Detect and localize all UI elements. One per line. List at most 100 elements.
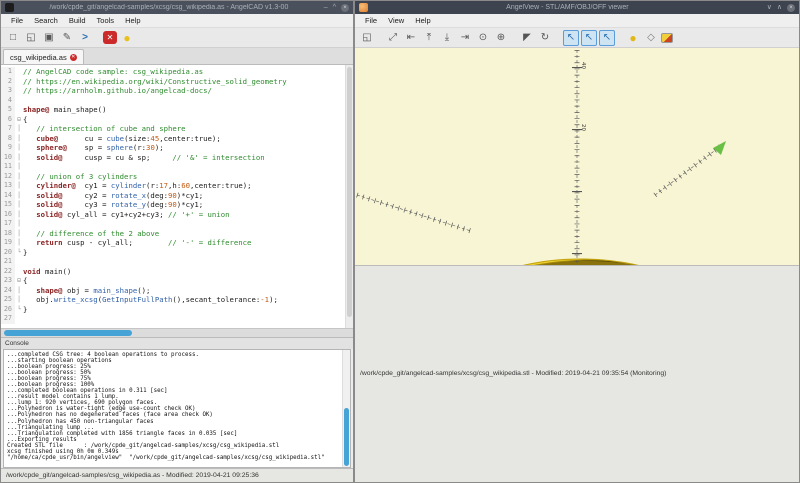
fold-marker[interactable] <box>15 257 23 267</box>
window-title: /work/cpde_git/angelcad-samples/xcsg/csg… <box>18 4 320 11</box>
stop-button[interactable]: ✕ <box>103 31 117 44</box>
csg-model[interactable] <box>380 238 799 265</box>
console-vertical-scrollbar[interactable] <box>342 350 350 467</box>
rotate-view-button[interactable]: ↻ <box>537 30 553 46</box>
close-icon[interactable]: × <box>787 4 795 12</box>
new-file-button[interactable]: □ <box>5 30 21 46</box>
3d-scene[interactable]: 20 40 -20 -40 -60 <box>355 48 799 265</box>
render-edges-button[interactable] <box>661 33 673 43</box>
tab-bar: csg_wikipedia.as ✕ <box>1 48 353 65</box>
tab-csg-wikipedia[interactable]: csg_wikipedia.as ✕ <box>3 49 84 64</box>
status-bar: /work/cpde_git/angelcad-samples/xcsg/csg… <box>355 265 799 483</box>
perspective-button[interactable]: ◤ <box>519 30 535 46</box>
code-line: 22 void main() <box>1 267 345 277</box>
fold-marker[interactable]: └ <box>15 305 23 315</box>
fold-marker[interactable]: │ <box>15 191 23 201</box>
fold-marker[interactable] <box>15 267 23 277</box>
fold-marker[interactable]: │ <box>15 162 23 172</box>
console-output[interactable]: ...completed CSG tree: 4 boolean operati… <box>3 349 351 468</box>
menu-item[interactable]: Build <box>64 15 91 26</box>
render-solid-button[interactable]: ● <box>625 30 641 46</box>
line-number: 14 <box>1 191 15 201</box>
fold-marker[interactable]: │ <box>15 124 23 134</box>
fold-marker[interactable] <box>15 67 23 77</box>
fold-marker[interactable] <box>15 105 23 115</box>
menu-item[interactable]: Search <box>29 15 63 26</box>
fold-marker[interactable] <box>15 77 23 87</box>
fold-marker[interactable] <box>15 86 23 96</box>
fold-marker[interactable]: │ <box>15 181 23 191</box>
code-line: 25 │ obj.write_xcsg(GetInputFullPath(),s… <box>1 295 345 305</box>
fold-marker[interactable] <box>15 96 23 106</box>
code-line: 12 │ // union of 3 cylinders <box>1 172 345 182</box>
close-icon[interactable]: × <box>341 4 349 12</box>
render-wireframe-button[interactable]: ◇ <box>643 30 659 46</box>
menu-item[interactable]: File <box>6 15 28 26</box>
angelview-app-icon <box>359 3 368 12</box>
code-line: 8 │ cube@ cu = cube(size:45,center:true)… <box>1 134 345 144</box>
line-number: 12 <box>1 172 15 182</box>
help-button[interactable]: ● <box>119 30 135 46</box>
save-as-button[interactable]: ✎ <box>59 30 75 46</box>
code-line: 17 │ <box>1 219 345 229</box>
view-left-button[interactable]: ⇤ <box>403 30 419 46</box>
fold-marker[interactable]: └ <box>15 248 23 258</box>
editor-vertical-scrollbar[interactable] <box>345 65 353 328</box>
fold-marker[interactable]: │ <box>15 286 23 296</box>
window-title: AngelView - STL/AMF/OBJ/OFF viewer <box>372 4 763 11</box>
maximize-icon[interactable]: ^ <box>333 4 336 11</box>
line-number: 13 <box>1 181 15 191</box>
3d-viewport[interactable]: 20 40 -20 -40 -60 <box>355 48 799 265</box>
fold-marker[interactable]: ⊟ <box>15 115 23 125</box>
run-build-button[interactable]: > <box>77 30 93 46</box>
editor-horizontal-scrollbar[interactable] <box>1 328 353 337</box>
open-file-button[interactable]: ◱ <box>359 30 375 46</box>
fold-marker[interactable]: │ <box>15 238 23 248</box>
fold-marker[interactable]: │ <box>15 134 23 144</box>
code-line: 18 │ // difference of the 2 above <box>1 229 345 239</box>
mode-rotate-button[interactable]: ↖ <box>563 30 579 46</box>
view-bottom-button[interactable]: ⤓ <box>439 30 455 46</box>
menu-item[interactable]: Tools <box>92 15 120 26</box>
fold-marker[interactable]: │ <box>15 210 23 220</box>
menu-item[interactable]: File <box>360 15 382 26</box>
scrollbar-thumb[interactable] <box>344 408 349 466</box>
fold-marker[interactable]: │ <box>15 153 23 163</box>
mode-zoom-button[interactable]: ↖ <box>599 30 615 46</box>
zoom-fit-button[interactable]: ⤢ <box>385 30 401 46</box>
fold-marker[interactable] <box>15 314 23 324</box>
mode-pan-button[interactable]: ↖ <box>581 30 597 46</box>
line-number: 24 <box>1 286 15 296</box>
open-file-button[interactable]: ◱ <box>23 30 39 46</box>
view-right-button[interactable]: ⇥ <box>457 30 473 46</box>
code-line: 6 ⊟ { <box>1 115 345 125</box>
fold-marker[interactable]: │ <box>15 219 23 229</box>
fold-marker[interactable]: │ <box>15 200 23 210</box>
scrollbar-thumb[interactable] <box>4 330 132 336</box>
minimize-icon[interactable]: – <box>324 4 328 11</box>
menu-item[interactable]: Help <box>410 15 435 26</box>
save-button[interactable]: ▣ <box>41 30 57 46</box>
view-axis-button[interactable]: ⊙ <box>475 30 491 46</box>
z-axis-tick-label: 20 <box>580 124 586 131</box>
view-center-button[interactable]: ⊕ <box>493 30 509 46</box>
line-number: 5 <box>1 105 15 115</box>
titlebar[interactable]: AngelView - STL/AMF/OBJ/OFF viewer ∨ ∧ × <box>355 1 799 14</box>
fold-marker[interactable]: ⊟ <box>15 276 23 286</box>
menu-item[interactable]: Help <box>120 15 145 26</box>
fold-marker[interactable]: │ <box>15 229 23 239</box>
fold-marker[interactable]: │ <box>15 143 23 153</box>
status-text: /work/cpde_git/angelcad-samples/xcsg/csg… <box>360 370 666 377</box>
titlebar[interactable]: /work/cpde_git/angelcad-samples/xcsg/csg… <box>1 1 353 14</box>
maximize-icon[interactable]: ∧ <box>777 4 782 11</box>
code-area[interactable]: 1 // AngelCAD code sample: csg_wikipedia… <box>1 65 345 328</box>
angelcad-editor-window: /work/cpde_git/angelcad-samples/xcsg/csg… <box>0 0 354 483</box>
menu-item[interactable]: View <box>383 15 409 26</box>
fold-marker[interactable]: │ <box>15 295 23 305</box>
minimize-icon[interactable]: ∨ <box>767 4 772 11</box>
tab-close-icon[interactable]: ✕ <box>70 54 77 61</box>
view-top-button[interactable]: ⤒ <box>421 30 437 46</box>
scrollbar-thumb[interactable] <box>347 67 352 317</box>
fold-marker[interactable]: │ <box>15 172 23 182</box>
code-editor[interactable]: 1 // AngelCAD code sample: csg_wikipedia… <box>1 65 353 328</box>
